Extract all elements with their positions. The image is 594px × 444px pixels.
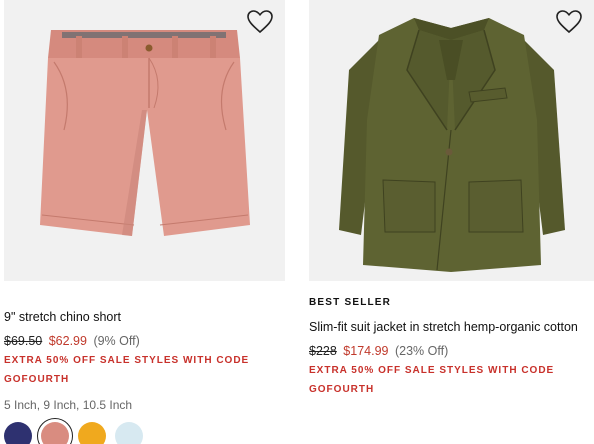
original-price: $228 (309, 344, 337, 358)
heart-outline-icon[interactable] (247, 10, 273, 34)
sale-price: $174.99 (343, 344, 389, 358)
swatch-navy[interactable] (4, 422, 32, 444)
promo-text: EXTRA 50% OFF SALE STYLES WITH CODE GOFO… (4, 355, 250, 385)
product-image-chino-short[interactable] (4, 0, 285, 281)
product-title[interactable]: 9" stretch chino short (4, 309, 285, 326)
product-title[interactable]: Slim-fit suit jacket in stretch hemp-org… (309, 319, 594, 336)
sale-price: $62.99 (48, 334, 87, 348)
product-badge (4, 297, 285, 309)
discount-percent: (9% Off) (93, 334, 140, 348)
chino-short-illustration (40, 30, 250, 236)
product-card-suit-jacket[interactable]: BEST SELLER Slim-fit suit jacket in stre… (309, 0, 594, 399)
suit-jacket-illustration (339, 18, 565, 272)
heart-outline-icon[interactable] (556, 10, 582, 34)
product-image-suit-jacket[interactable] (309, 0, 594, 281)
price-line: $228 $174.99 (23% Off) (309, 343, 594, 359)
color-swatches (4, 418, 285, 444)
size-options: 5 Inch, 9 Inch, 10.5 Inch (4, 398, 133, 412)
swatch-salmon[interactable] (37, 418, 73, 444)
swatch-light-blue[interactable] (115, 422, 143, 444)
swatch-yellow[interactable] (78, 422, 106, 444)
product-badge: BEST SELLER (309, 297, 392, 308)
promo-text: EXTRA 50% OFF SALE STYLES WITH CODE GOFO… (309, 365, 555, 395)
product-card-chino-short[interactable]: 9" stretch chino short $69.50 $62.99 (9%… (4, 0, 285, 444)
discount-percent: (23% Off) (394, 344, 449, 358)
price-line: $69.50 $62.99 (9% Off) (4, 333, 285, 349)
original-price: $69.50 (4, 334, 43, 348)
